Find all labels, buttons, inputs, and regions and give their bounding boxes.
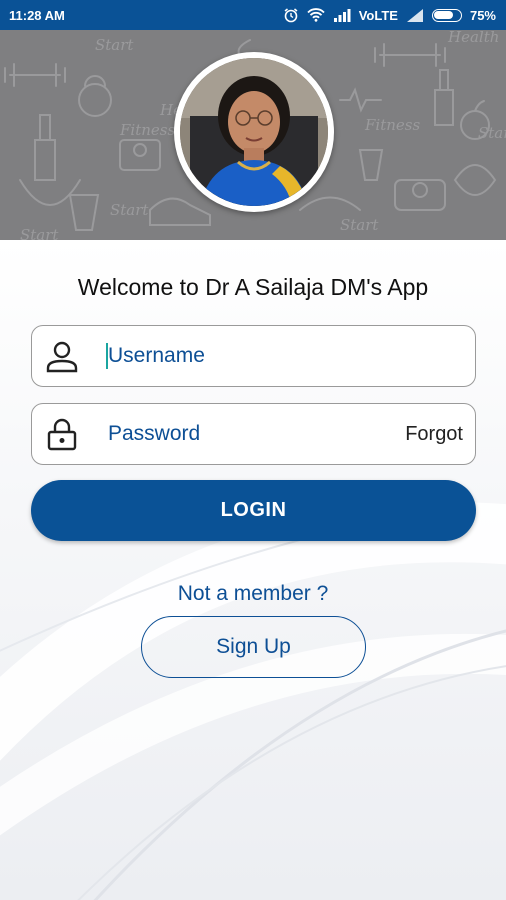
status-time: 11:28 AM [9, 7, 65, 23]
svg-text:Start: Start [20, 226, 59, 240]
svg-text:Fitness: Fitness [119, 121, 175, 139]
doctor-photo [180, 58, 328, 206]
status-bar: 11:28 AM VoLTE 75% [0, 0, 506, 30]
user-icon [44, 338, 80, 374]
svg-text:Start: Start [110, 201, 149, 219]
svg-text:Health: Health [447, 30, 499, 46]
lock-icon [44, 416, 80, 452]
battery-percent: 75% [469, 7, 496, 23]
welcome-title: Welcome to Dr A Sailaja DM's App [77, 274, 429, 300]
password-placeholder: Password [108, 422, 201, 445]
battery-icon [431, 8, 462, 22]
avatar [174, 52, 334, 212]
not-member-text: Not a member ? [177, 582, 329, 605]
alarm-icon [283, 7, 299, 23]
status-icons: VoLTE 75% [283, 7, 496, 23]
signal-icon-2 [406, 8, 424, 22]
network-type: VoLTE [358, 7, 398, 23]
wifi-icon [307, 8, 325, 22]
password-field[interactable]: Password Forgot [31, 403, 476, 465]
login-button[interactable]: LOGIN [31, 480, 476, 541]
username-field[interactable]: Username [31, 325, 476, 387]
sign-up-button[interactable]: Sign Up [141, 616, 366, 678]
header-banner: Start Health Fitness Fitness Health Star… [0, 30, 506, 240]
signal-icon [333, 8, 351, 22]
svg-text:Start: Start [478, 124, 506, 142]
username-placeholder: Username [108, 344, 205, 367]
battery-fill [434, 11, 454, 19]
svg-text:Start: Start [95, 36, 134, 54]
svg-text:Start: Start [340, 216, 379, 234]
svg-text:Fitness: Fitness [364, 116, 420, 134]
forgot-password-link[interactable]: Forgot [405, 423, 463, 446]
